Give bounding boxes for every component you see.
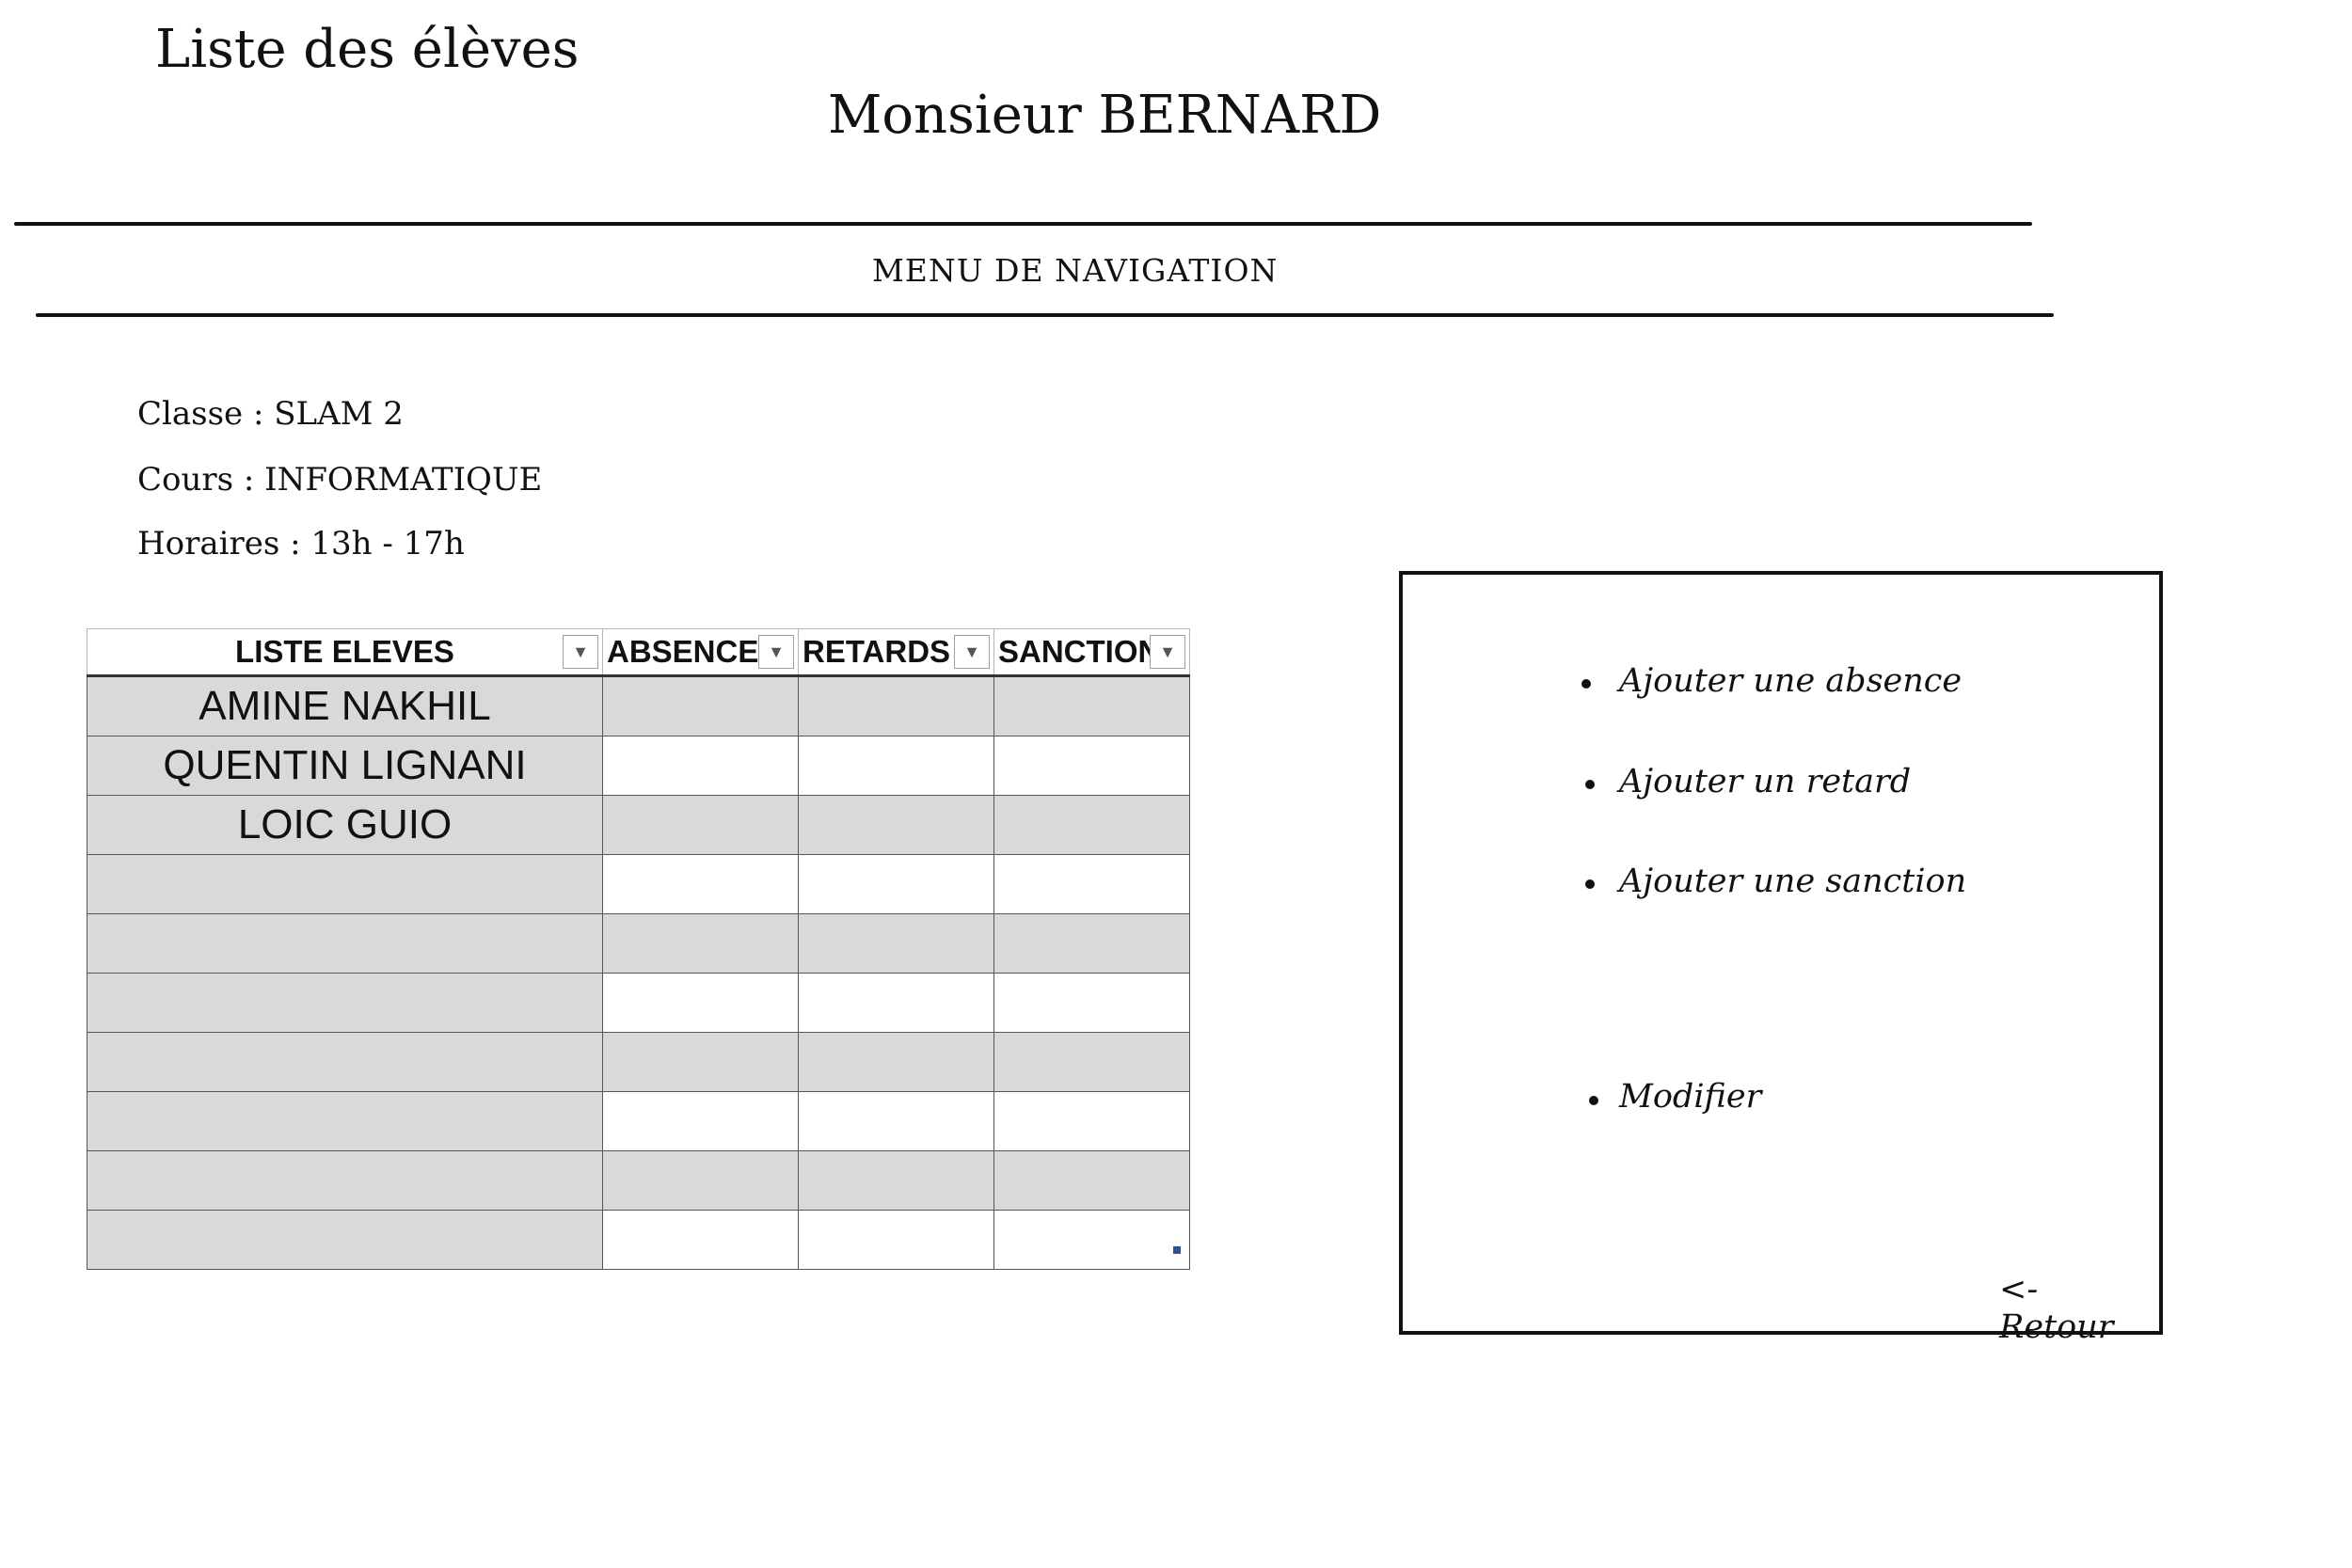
table-header-row: LISTE ELEVES ▼ ABSENCES ▼ RETARDS ▼ SANC… [87,628,1190,677]
absences-cell[interactable] [602,973,799,1033]
sanction-cell[interactable] [993,854,1190,914]
class-info: Classe : SLAM 2 [137,395,404,433]
table-row: QUENTIN LIGNANI [87,736,1190,796]
student-name-cell[interactable]: QUENTIN LIGNANI [87,736,603,796]
absences-cell[interactable] [602,1150,799,1211]
absences-cell[interactable] [602,854,799,914]
table-row [87,913,1190,974]
delays-cell[interactable] [798,736,994,796]
navigation-menu[interactable]: MENU DE NAVIGATION [872,252,1278,289]
student-name-cell[interactable] [87,1091,603,1151]
table-resize-handle-icon[interactable] [1173,1246,1181,1254]
table-row: LOIC GUIO [87,795,1190,855]
sanction-cell[interactable] [993,736,1190,796]
sanction-cell[interactable] [993,1091,1190,1151]
sanction-cell[interactable] [993,795,1190,855]
nav-top-divider [14,222,2032,226]
student-name-cell[interactable] [87,973,603,1033]
column-header-label: LISTE ELEVES [235,634,454,669]
absences-cell[interactable] [602,675,799,736]
schedule-info: Horaires : 13h - 17h [137,525,465,562]
column-header-absences[interactable]: ABSENCES ▼ [602,628,799,677]
filter-dropdown-icon[interactable]: ▼ [954,635,990,669]
delays-cell[interactable] [798,854,994,914]
absences-cell[interactable] [602,1032,799,1092]
absences-cell[interactable] [602,736,799,796]
sanction-cell[interactable] [993,1032,1190,1092]
table-row [87,854,1190,914]
column-header-delays[interactable]: RETARDS ▼ [798,628,994,677]
delays-cell[interactable] [798,913,994,974]
student-name-cell[interactable]: LOIC GUIO [87,795,603,855]
nav-bottom-divider [36,313,2054,317]
table-row [87,1032,1190,1092]
student-name-cell[interactable] [87,1032,603,1092]
sanction-cell[interactable] [993,1150,1190,1211]
delays-cell[interactable] [798,675,994,736]
add-absence-link[interactable]: Ajouter une absence [1619,662,1962,700]
filter-dropdown-icon[interactable]: ▼ [758,635,794,669]
sanction-cell[interactable] [993,973,1190,1033]
table-row: AMINE NAKHIL [87,675,1190,736]
student-name-cell[interactable] [87,1210,603,1270]
table-row [87,1091,1190,1151]
column-header-sanction[interactable]: SANCTION ▼ [993,628,1190,677]
actions-panel: Ajouter une absence Ajouter un retard Aj… [1399,571,2163,1346]
absences-cell[interactable] [602,1210,799,1270]
back-link[interactable]: <- Retour [1999,1271,2159,1346]
delays-cell[interactable] [798,1032,994,1092]
filter-dropdown-icon[interactable]: ▼ [1150,635,1185,669]
sanction-cell[interactable] [993,675,1190,736]
table-row [87,1210,1190,1270]
page-title: Liste des élèves [155,19,580,80]
absences-cell[interactable] [602,913,799,974]
add-sanction-link[interactable]: Ajouter une sanction [1619,863,1966,900]
teacher-name: Monsieur BERNARD [828,85,1382,146]
absences-cell[interactable] [602,795,799,855]
bullet-icon [1581,679,1591,689]
student-name-cell[interactable] [87,1150,603,1211]
delays-cell[interactable] [798,1150,994,1211]
delays-cell[interactable] [798,1210,994,1270]
bullet-icon [1589,1096,1598,1105]
modify-link[interactable]: Modifier [1619,1078,1761,1116]
bullet-icon [1585,879,1595,889]
table-row [87,1150,1190,1211]
student-name-cell[interactable]: AMINE NAKHIL [87,675,603,736]
course-info: Cours : INFORMATIQUE [137,461,543,499]
students-table: LISTE ELEVES ▼ ABSENCES ▼ RETARDS ▼ SANC… [87,628,1190,1270]
student-name-cell[interactable] [87,913,603,974]
table-row [87,973,1190,1033]
delays-cell[interactable] [798,973,994,1033]
bullet-icon [1585,780,1595,789]
filter-dropdown-icon[interactable]: ▼ [563,635,598,669]
sanction-cell[interactable] [993,1210,1190,1270]
delays-cell[interactable] [798,1091,994,1151]
add-delay-link[interactable]: Ajouter un retard [1619,763,1911,800]
column-header-students[interactable]: LISTE ELEVES ▼ [87,628,603,677]
sanction-cell[interactable] [993,913,1190,974]
delays-cell[interactable] [798,795,994,855]
student-name-cell[interactable] [87,854,603,914]
absences-cell[interactable] [602,1091,799,1151]
